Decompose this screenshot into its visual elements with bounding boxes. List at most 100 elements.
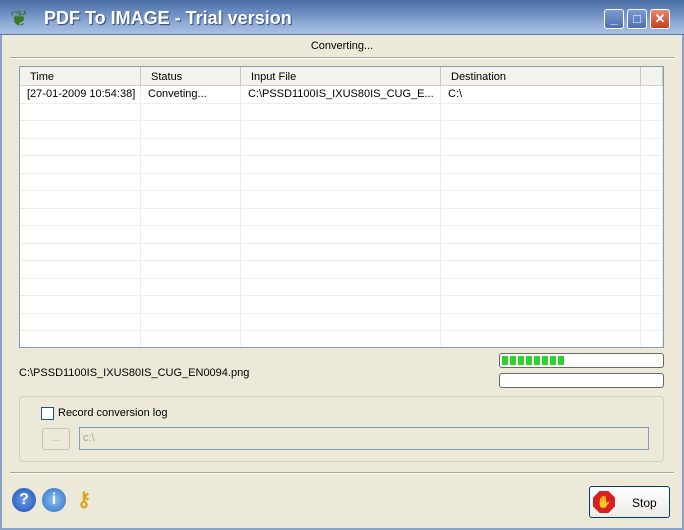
empty-cell (141, 313, 241, 330)
status-text: Converting... (310, 40, 374, 52)
empty-cell (241, 331, 441, 347)
empty-cell (641, 331, 663, 347)
empty-cell (241, 121, 441, 138)
file-progress-bar (499, 353, 664, 368)
info-icon[interactable]: i (42, 488, 66, 512)
empty-cell (441, 173, 641, 190)
empty-cell (441, 103, 641, 120)
window-title: PDF To IMAGE - Trial version (44, 8, 292, 28)
empty-row (20, 173, 663, 191)
empty-cell (241, 261, 441, 278)
empty-cell (241, 138, 441, 155)
column-extra (641, 67, 663, 85)
empty-cell (20, 278, 141, 295)
empty-cell (641, 173, 663, 190)
empty-cell (641, 226, 663, 243)
help-icon[interactable]: ? (12, 488, 36, 512)
oak-leaf-logo-icon: ❦ (10, 6, 29, 31)
empty-cell (20, 156, 141, 173)
empty-cell (641, 243, 663, 260)
empty-cell (241, 226, 441, 243)
empty-cell (441, 313, 641, 330)
total-progress-bar (499, 373, 664, 388)
empty-row (20, 208, 663, 226)
stop-button[interactable]: ✋ Stop (589, 486, 670, 518)
log-path-input[interactable]: c:\ (79, 427, 649, 450)
empty-cell (641, 103, 663, 120)
empty-cell (441, 331, 641, 347)
minimize-button[interactable]: _ (604, 9, 624, 29)
empty-cell (20, 261, 141, 278)
empty-cell (141, 278, 241, 295)
empty-cell (20, 331, 141, 347)
column-status[interactable]: Status (141, 67, 241, 85)
empty-cell (20, 313, 141, 330)
empty-cell (241, 278, 441, 295)
empty-cell (141, 138, 241, 155)
empty-cell (20, 173, 141, 190)
table-header: Time Status Input File Destination (20, 67, 663, 86)
maximize-button[interactable]: □ (627, 9, 647, 29)
empty-cell (641, 156, 663, 173)
empty-cell (441, 226, 641, 243)
empty-cell (641, 208, 663, 225)
empty-cell (241, 296, 441, 313)
record-log-label[interactable]: Record conversion log (58, 407, 167, 419)
empty-row (20, 138, 663, 156)
empty-cell (141, 208, 241, 225)
empty-cell (141, 156, 241, 173)
empty-cell (641, 296, 663, 313)
empty-row (20, 121, 663, 139)
empty-cell (20, 208, 141, 225)
stop-label: Stop (632, 496, 657, 510)
empty-cell (441, 243, 641, 260)
empty-row (20, 313, 663, 331)
empty-cell (141, 173, 241, 190)
stop-hand-icon: ✋ (593, 491, 615, 513)
empty-row (20, 103, 663, 121)
empty-cell (141, 103, 241, 120)
empty-cell (141, 226, 241, 243)
empty-row (20, 156, 663, 174)
empty-cell (141, 243, 241, 260)
empty-cell (241, 208, 441, 225)
empty-cell (241, 173, 441, 190)
cell-extra (641, 86, 663, 103)
empty-cell (141, 296, 241, 313)
empty-cell (241, 243, 441, 260)
cell-status: Conveting... (141, 86, 241, 103)
file-progress-fill (502, 356, 566, 365)
column-time[interactable]: Time (20, 67, 141, 85)
conversion-table[interactable]: Time Status Input File Destination [27-0… (19, 66, 664, 348)
empty-cell (241, 156, 441, 173)
cell-time: [27-01-2009 10:54:38] (20, 86, 141, 103)
cell-destination: C:\ (441, 86, 641, 103)
record-log-checkbox[interactable] (41, 407, 54, 420)
empty-cell (20, 226, 141, 243)
empty-cell (20, 103, 141, 120)
table-row[interactable]: [27-01-2009 10:54:38] Conveting... C:\PS… (20, 86, 663, 104)
empty-row (20, 226, 663, 244)
empty-row (20, 278, 663, 296)
column-input-file[interactable]: Input File (241, 67, 441, 85)
empty-cell (641, 121, 663, 138)
column-destination[interactable]: Destination (441, 67, 641, 85)
browse-button[interactable]: ... (42, 428, 70, 450)
empty-cell (441, 156, 641, 173)
keys-icon[interactable]: ⚷ (72, 488, 96, 512)
empty-row (20, 191, 663, 209)
empty-row (20, 296, 663, 314)
empty-cell (441, 208, 641, 225)
empty-cell (441, 138, 641, 155)
empty-row (20, 243, 663, 261)
empty-cell (141, 331, 241, 347)
empty-cell (141, 191, 241, 208)
title-bar[interactable]: ❦ PDF To IMAGE - Trial version _ □ ✕ (0, 0, 684, 35)
empty-cell (20, 138, 141, 155)
empty-cell (241, 313, 441, 330)
empty-cell (641, 138, 663, 155)
empty-cell (20, 121, 141, 138)
empty-cell (641, 313, 663, 330)
close-button[interactable]: ✕ (650, 9, 670, 29)
divider (10, 57, 674, 59)
